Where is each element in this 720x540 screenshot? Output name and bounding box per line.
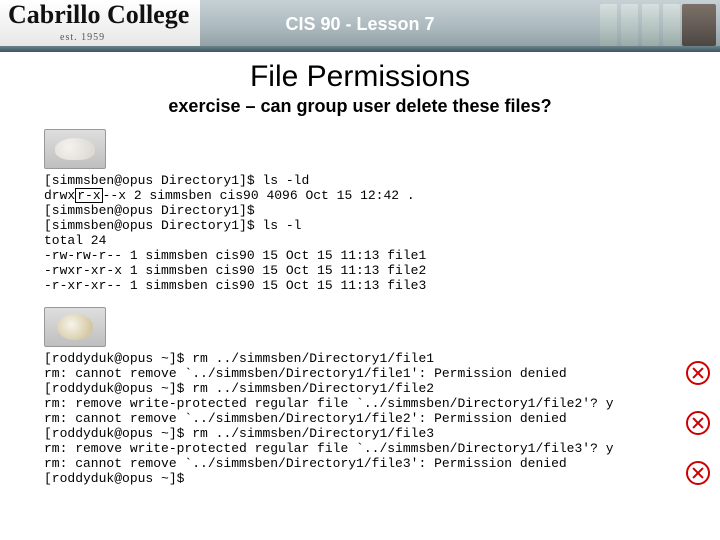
page-subtitle: exercise – can group user delete these f… [0, 96, 720, 117]
denied-icon [686, 411, 710, 435]
banner: Cabrillo College est. 1959 CIS 90 - Less… [0, 0, 720, 52]
denied-icons [686, 361, 710, 485]
denied-icon [686, 461, 710, 485]
page-title: File Permissions [0, 60, 720, 94]
avatar-simmsben [44, 129, 106, 169]
course-title: CIS 90 - Lesson 7 [0, 14, 720, 35]
avatar-roddyduk [44, 307, 106, 347]
content: [simmsben@opus Directory1]$ ls -ld drwxr… [0, 129, 720, 486]
group-perms-box: r-x [75, 188, 102, 203]
denied-icon [686, 361, 710, 385]
terminal-simmsben: [simmsben@opus Directory1]$ ls -ld drwxr… [44, 173, 692, 293]
terminal-roddyduk: [roddyduk@opus ~]$ rm ../simmsben/Direct… [44, 351, 692, 486]
